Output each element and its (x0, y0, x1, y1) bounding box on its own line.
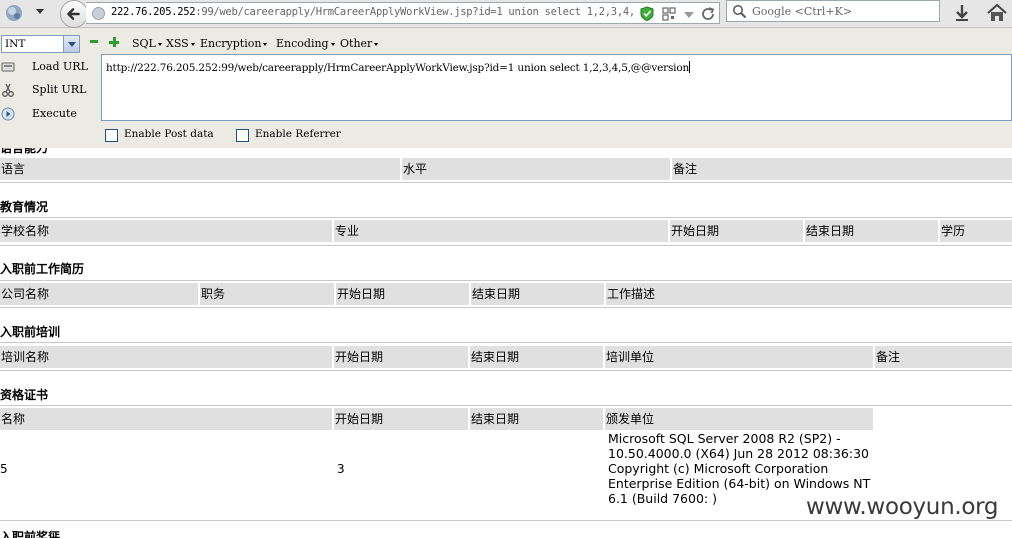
header-issuer: 颁发单位 (605, 408, 875, 430)
section-divider (0, 342, 1012, 343)
play-icon (1, 107, 15, 121)
section-divider (0, 245, 1012, 246)
header-start-date: 开始日期 (334, 346, 470, 368)
section-title-certificates: 资格证书 (0, 388, 49, 402)
load-url-button[interactable]: Load URL (0, 57, 100, 79)
header-start-date: 开始日期 (334, 408, 470, 430)
encoding-select[interactable]: INT (1, 35, 80, 53)
section-divider (0, 280, 1012, 281)
execute-label: Execute (32, 107, 77, 120)
section-divider (0, 405, 1012, 406)
header-start-date: 开始日期 (670, 220, 805, 242)
section-divider (0, 307, 1012, 308)
section-title-work: 入职前工作简历 (0, 262, 85, 276)
header-position: 职务 (200, 283, 336, 305)
enable-referrer-label: Enable Referrer (255, 128, 341, 140)
reload-icon[interactable] (700, 6, 716, 22)
chevron-down-icon[interactable] (63, 36, 79, 52)
url-host: 222.76.205.252 (111, 6, 196, 18)
header-degree: 学历 (940, 220, 1012, 242)
header-end-date: 结束日期 (805, 220, 940, 242)
header-training-unit: 培训单位 (605, 346, 875, 368)
scissors-icon (2, 83, 14, 97)
page-content: 语言能力 语言 水平 备注 教育情况 学校名称 专业 开始日期 结束日期 学历 … (0, 148, 1012, 538)
header-level: 水平 (402, 158, 672, 180)
search-bar[interactable]: Google <Ctrl+K> (726, 0, 940, 22)
hackbar-url-textarea[interactable]: http://222.76.205.252:99/web/careerapply… (101, 54, 1012, 121)
hackbar-menu: INT SQL XSS Encryption Encoding Other (0, 32, 1012, 54)
home-icon[interactable] (986, 3, 1008, 23)
referrer-checkbox-box[interactable] (236, 129, 249, 142)
load-url-icon (1, 62, 15, 72)
decrease-icon[interactable] (90, 40, 98, 43)
header-training-name: 培训名称 (0, 346, 334, 368)
section-title-training: 入职前培训 (0, 325, 61, 339)
url-dropdown-icon[interactable] (684, 12, 694, 18)
header-end-date: 结束日期 (470, 346, 605, 368)
post-checkbox-box[interactable] (105, 129, 118, 142)
header-language: 语言 (0, 158, 402, 180)
address-text[interactable]: 222.76.205.252:99/web/careerapply/HrmCar… (111, 6, 635, 18)
qr-code-icon[interactable] (662, 7, 676, 21)
menu-sql[interactable]: SQL (132, 37, 162, 50)
menu-other[interactable]: Other (340, 37, 378, 50)
header-remark: 备注 (672, 158, 1012, 180)
header-end-date: 结束日期 (470, 408, 605, 430)
header-school: 学校名称 (0, 220, 334, 242)
firefox-menu-icon[interactable] (4, 3, 24, 23)
menu-encryption[interactable]: Encryption (200, 37, 267, 50)
header-major: 专业 (334, 220, 670, 242)
search-icon (733, 5, 747, 19)
cert-name-cell: 5 (0, 462, 8, 476)
history-dropdown-icon[interactable] (36, 9, 44, 14)
section-divider (0, 520, 1012, 521)
back-button[interactable] (60, 0, 88, 28)
header-company: 公司名称 (0, 283, 200, 305)
split-url-label: Split URL (32, 83, 87, 96)
hackbar-panel: INT SQL XSS Encryption Encoding Other Lo… (0, 28, 1012, 148)
cert-start-cell: 3 (337, 462, 345, 476)
increase-icon[interactable] (109, 37, 119, 47)
header-end-date: 结束日期 (471, 283, 606, 305)
download-icon[interactable] (952, 3, 972, 23)
header-start-date: 开始日期 (336, 283, 471, 305)
section-title-education: 教育情况 (0, 200, 49, 214)
menu-xss[interactable]: XSS (166, 37, 195, 50)
execute-button[interactable]: Execute (0, 104, 100, 126)
load-url-label: Load URL (32, 60, 88, 73)
section-divider (0, 182, 1012, 183)
header-remark: 备注 (875, 346, 1012, 368)
browser-toolbar: 222.76.205.252:99/web/careerapply/HrmCar… (0, 0, 1012, 28)
address-bar[interactable]: 222.76.205.252:99/web/careerapply/HrmCar… (86, 2, 720, 24)
header-cert-name: 名称 (0, 408, 334, 430)
section-divider (0, 370, 1012, 371)
hackbar-url-value: http://222.76.205.252:99/web/careerapply… (106, 61, 691, 74)
globe-icon (92, 7, 105, 20)
url-path: :99/web/careerapply/HrmCareerApplyWorkVi… (195, 6, 635, 18)
section-title-language: 语言能力 (0, 148, 49, 155)
encoding-select-value: INT (5, 38, 26, 50)
split-url-button[interactable]: Split URL (0, 80, 100, 102)
header-work-description: 工作描述 (606, 283, 1012, 305)
text-caret (689, 61, 691, 73)
section-title-rewards: 入职前奖惩 (0, 530, 61, 538)
search-input[interactable]: Google <Ctrl+K> (752, 5, 852, 18)
shield-icon[interactable] (640, 6, 654, 21)
menu-encoding[interactable]: Encoding (276, 37, 335, 50)
watermark: www.wooyun.org (806, 494, 999, 520)
section-divider (0, 217, 1012, 218)
enable-post-label: Enable Post data (124, 128, 214, 140)
